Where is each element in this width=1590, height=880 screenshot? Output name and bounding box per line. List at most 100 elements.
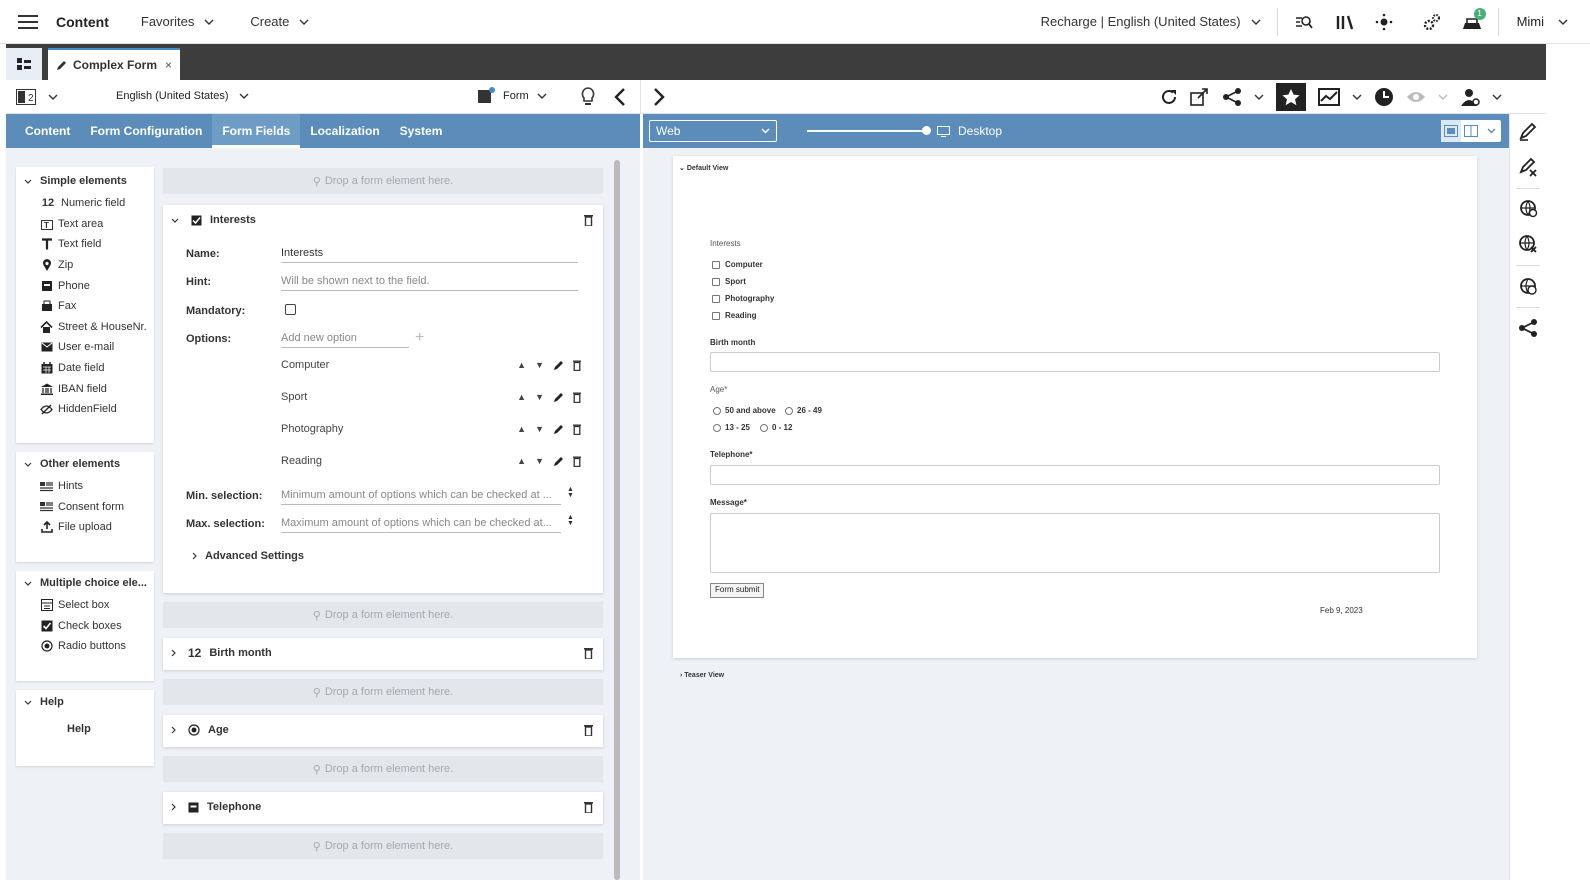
library-icon[interactable] — [1324, 8, 1364, 36]
palette-header[interactable]: Multiple choice ele... — [16, 571, 154, 595]
bookmark-star-icon[interactable] — [1276, 82, 1306, 111]
move-down-icon[interactable]: ▼ — [535, 360, 544, 370]
edit-pencil-icon[interactable] — [553, 456, 564, 467]
checkbox[interactable] — [712, 260, 720, 269]
chevron-down-icon[interactable] — [1492, 94, 1502, 100]
trash-icon[interactable] — [584, 801, 593, 813]
move-up-icon[interactable]: ▲ — [517, 360, 526, 370]
tab-content[interactable]: Content — [6, 114, 80, 148]
user-persona-icon[interactable] — [1460, 87, 1480, 107]
palette-item-check-boxes[interactable]: Check boxes — [16, 616, 154, 637]
preview-mode-single-icon[interactable] — [1441, 120, 1461, 142]
preview-message-textarea[interactable] — [710, 513, 1440, 573]
tab-localization[interactable]: Localization — [300, 114, 389, 148]
settings-gears-icon[interactable] — [1412, 8, 1452, 36]
preview-radio-option[interactable]: 13 - 25 — [713, 423, 750, 432]
advanced-settings-toggle[interactable]: Advanced Settings — [192, 550, 304, 562]
radio[interactable] — [785, 406, 793, 415]
palette-item-text-field[interactable]: Text field — [16, 234, 154, 255]
palette-header[interactable]: Simple elements — [16, 169, 154, 193]
globe-check-icon[interactable] — [1510, 271, 1546, 301]
move-up-icon[interactable]: ▲ — [517, 392, 526, 402]
sync-globe-icon[interactable] — [1510, 193, 1546, 223]
drop-zone[interactable]: ⚲ Drop a form element here. — [163, 756, 603, 782]
palette-header[interactable]: Other elements — [16, 452, 154, 476]
notifications-icon[interactable]: 1 — [1452, 7, 1492, 36]
stepper-icon[interactable]: ▲ ▼ — [567, 514, 574, 527]
share-icon[interactable] — [1510, 313, 1546, 343]
form-view-selector[interactable]: Form — [477, 86, 547, 105]
palette-item-consent-form[interactable]: Consent form — [16, 497, 154, 518]
palette-item-select-box[interactable]: Select box — [16, 595, 154, 616]
palette-item-iban-field[interactable]: IBAN field — [16, 378, 154, 399]
stepper-icon[interactable]: ▲ ▼ — [567, 486, 574, 499]
trash-icon[interactable] — [573, 456, 581, 467]
chevron-down-icon[interactable] — [1352, 94, 1362, 100]
tab-complex-form[interactable]: Complex Form × — [48, 48, 181, 80]
drop-zone[interactable]: ⚲ Drop a form element here. — [163, 602, 603, 628]
add-option-input[interactable]: Add new option — [281, 332, 409, 348]
checkbox[interactable] — [712, 277, 720, 286]
chevron-left-icon[interactable] — [614, 87, 626, 106]
preview-radio-option[interactable]: 50 and above — [713, 406, 776, 415]
preview-mode-split-icon[interactable] — [1461, 120, 1481, 142]
create-menu[interactable]: Create — [250, 14, 309, 29]
palette-header[interactable]: Help — [16, 690, 154, 714]
tab-system[interactable]: System — [390, 114, 453, 148]
palette-item-hints[interactable]: Hints — [16, 476, 154, 497]
workflow-icon[interactable] — [1364, 8, 1404, 36]
teaser-view-toggle[interactable]: › Teaser View — [680, 672, 724, 679]
edit-pencil-icon[interactable] — [553, 392, 564, 403]
channel-select[interactable]: Web — [649, 120, 777, 142]
preview-checkbox-option[interactable]: Computer — [712, 260, 763, 269]
preview-checkbox-option[interactable]: Photography — [712, 294, 774, 303]
locale-selector[interactable]: English (United States) — [116, 90, 249, 102]
min-selection-input[interactable]: Minimum amount of options which can be c… — [281, 489, 561, 505]
remove-translation-icon[interactable] — [1510, 152, 1546, 182]
chevron-right-icon[interactable] — [653, 87, 665, 106]
tab-form-configuration[interactable]: Form Configuration — [80, 114, 212, 148]
max-selection-input[interactable]: Maximum amount of options which can be c… — [281, 517, 561, 533]
edit-pencil-icon[interactable] — [553, 360, 564, 371]
radio[interactable] — [713, 423, 721, 432]
default-view-toggle[interactable]: ⌄ Default View — [679, 164, 728, 172]
palette-item-phone[interactable]: Phone — [16, 275, 154, 296]
palette-item-hidden-field[interactable]: HiddenField — [16, 399, 154, 420]
favorites-menu[interactable]: Favorites — [141, 14, 214, 29]
drop-zone[interactable]: ⚲ Drop a form element here. — [163, 679, 603, 705]
card-header[interactable]: Telephone — [163, 792, 603, 822]
lightbulb-icon[interactable] — [580, 86, 596, 107]
palette-item-file-upload[interactable]: File upload — [16, 517, 154, 538]
chevron-down-icon[interactable] — [1254, 94, 1264, 100]
card-header[interactable]: Interests — [163, 205, 603, 235]
chevron-down-icon[interactable] — [1438, 94, 1448, 100]
radio[interactable] — [760, 423, 768, 432]
move-down-icon[interactable]: ▼ — [535, 424, 544, 434]
preview-telephone-input[interactable] — [710, 465, 1440, 485]
preview-radio-option[interactable]: 26 - 49 — [785, 406, 822, 415]
search-replace-icon[interactable] — [1284, 8, 1324, 36]
trash-icon[interactable] — [573, 360, 581, 371]
tab-form-fields[interactable]: Form Fields — [212, 114, 301, 148]
add-option-plus-icon[interactable]: + — [415, 329, 424, 347]
trash-icon[interactable] — [573, 392, 581, 403]
reload-icon[interactable] — [1160, 88, 1178, 106]
preview-radio-option[interactable]: 0 - 12 — [760, 423, 792, 432]
preview-checkbox-option[interactable]: Sport — [712, 277, 746, 286]
palette-item-date-field[interactable]: Date field — [16, 358, 154, 379]
palette-item-zip[interactable]: Zip — [16, 255, 154, 276]
split-view-icon[interactable]: 2 — [16, 88, 36, 105]
editor-scrollbar[interactable] — [614, 160, 620, 880]
card-header[interactable]: Age — [163, 715, 603, 745]
preview-birth-month-input[interactable] — [710, 352, 1440, 372]
analytics-icon[interactable] — [1318, 87, 1340, 106]
move-down-icon[interactable]: ▼ — [535, 456, 544, 466]
card-header[interactable]: 12 Birth month — [163, 638, 603, 668]
library-toggle-icon[interactable] — [6, 48, 42, 80]
hint-input[interactable]: Will be shown next to the field. — [281, 275, 578, 291]
radio[interactable] — [713, 406, 721, 415]
palette-item-street[interactable]: Street & HouseNr. — [16, 317, 154, 338]
trash-icon[interactable] — [584, 647, 593, 659]
palette-item-fax[interactable]: Fax — [16, 296, 154, 317]
help-link[interactable]: Help — [67, 723, 91, 735]
